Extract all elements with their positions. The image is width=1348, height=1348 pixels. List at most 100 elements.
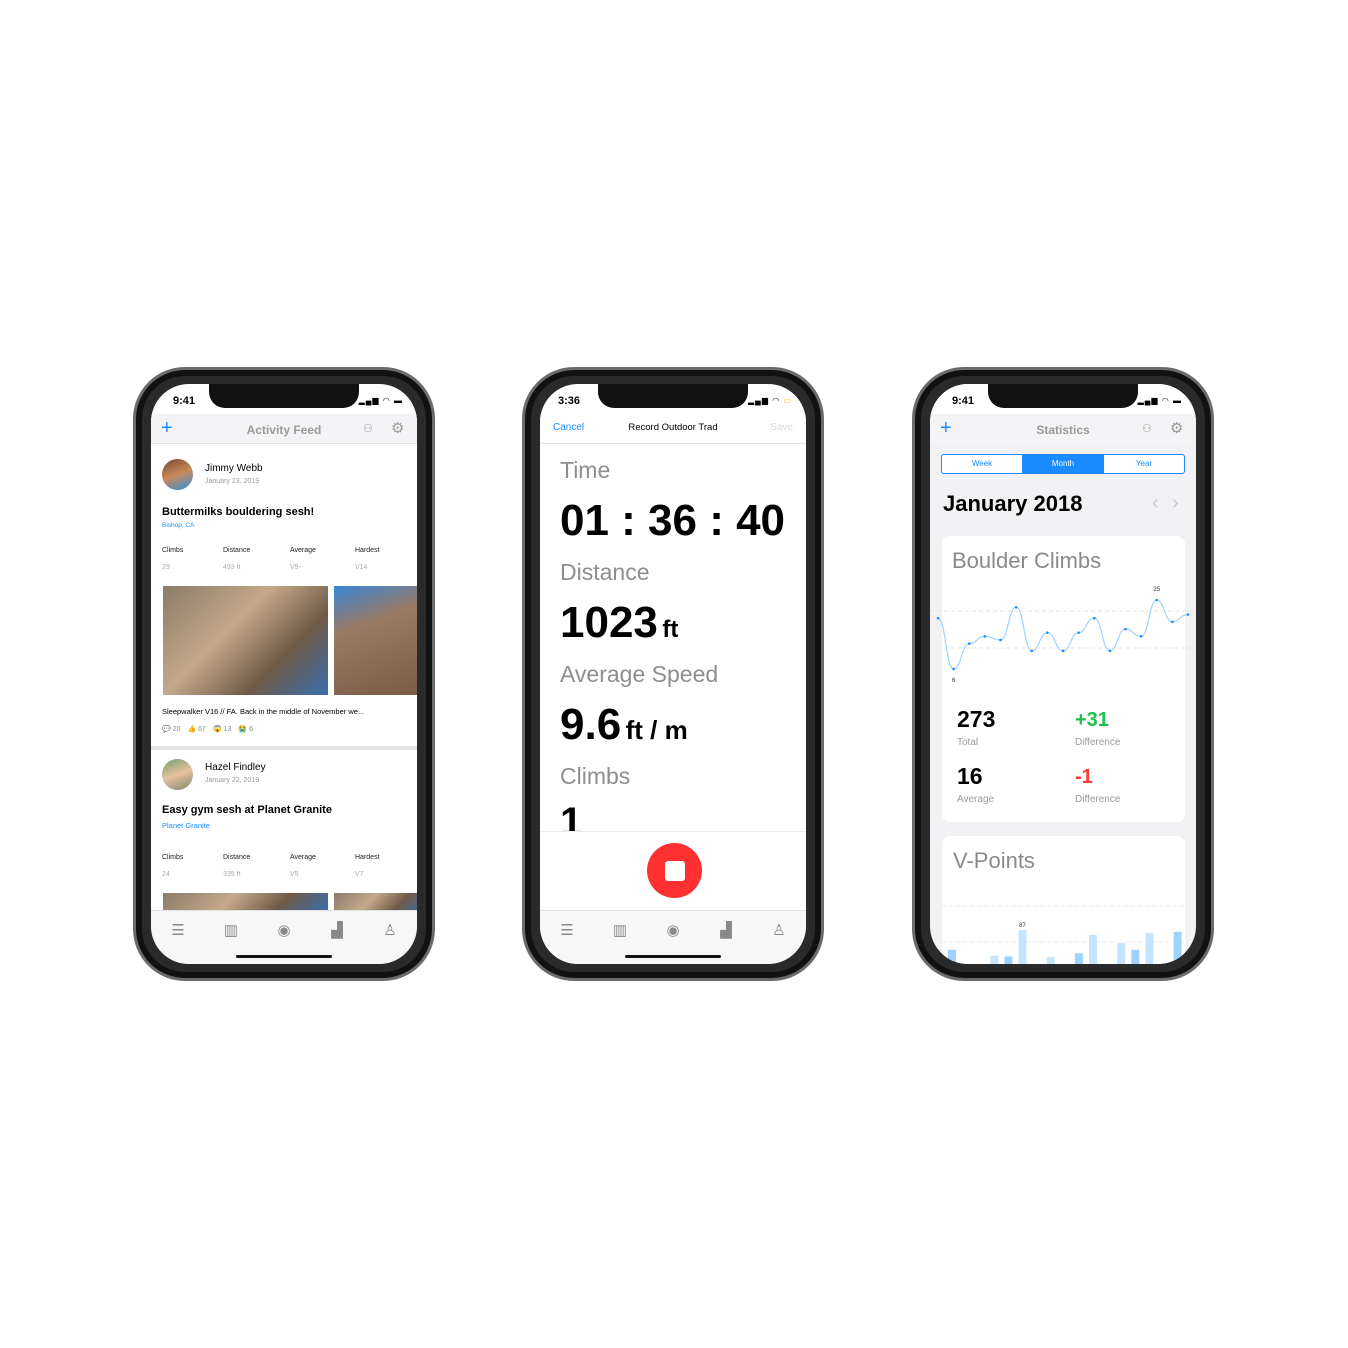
stat-label: Distance xyxy=(223,854,251,861)
stat-value: 24 xyxy=(162,871,170,878)
notch xyxy=(598,384,748,408)
post-date: January 23, 2019 xyxy=(205,478,260,485)
data-point xyxy=(1186,613,1190,616)
page-title: Statistics xyxy=(1036,423,1090,437)
avatar[interactable] xyxy=(162,459,193,490)
friends-icon[interactable]: ⚇ xyxy=(363,422,373,435)
nav-bar: + Statistics ⚇ ⚙ xyxy=(930,414,1196,444)
post-caption[interactable]: Sleepwalker V16 // FA. Back in the middl… xyxy=(162,707,364,716)
average-difference: -1 xyxy=(1075,766,1093,788)
post[interactable]: Jimmy Webb January 23, 2019 Buttermilks … xyxy=(151,445,417,745)
average-label: Average xyxy=(957,794,995,805)
data-point xyxy=(1061,649,1065,653)
stop-button[interactable] xyxy=(647,843,702,898)
segment-month[interactable]: Month xyxy=(1023,455,1103,473)
phone-statistics: 9:41 ▂▄▆ ◠ ▬ + Statistics ⚇ ⚙ Week Month… xyxy=(912,367,1214,981)
data-point xyxy=(1046,631,1049,634)
boulder-line-chart: 25 6 xyxy=(930,587,1196,684)
notch xyxy=(988,384,1138,408)
time-value: 01 : 36 : 40 xyxy=(560,496,786,545)
stop-icon xyxy=(664,860,685,881)
user-name[interactable]: Hazel Findley xyxy=(205,762,266,773)
comment-icon[interactable]: 💬 20 xyxy=(162,725,180,733)
distance-label: Distance xyxy=(560,559,650,585)
data-point xyxy=(967,642,971,645)
status-icons: ▂▄▆ ◠ ▬ xyxy=(1137,396,1182,405)
friends-icon[interactable]: ⚇ xyxy=(1142,422,1152,435)
tab-map-icon[interactable]: ▥ xyxy=(221,921,241,939)
avatar[interactable] xyxy=(162,759,193,790)
tab-bar: ☰ ▥ ◉ ▟ ♙ xyxy=(540,910,806,964)
stat-label: Distance xyxy=(223,547,251,554)
tab-profile-icon[interactable]: ♙ xyxy=(380,921,400,939)
scream-icon[interactable]: 😱 13 xyxy=(213,725,231,733)
tab-stats-icon[interactable]: ▟ xyxy=(327,921,347,939)
status-icons: ▂▄▆ ◠ ▬ xyxy=(358,396,403,405)
tab-profile-icon[interactable]: ♙ xyxy=(769,921,789,939)
bar xyxy=(1074,953,1083,964)
distance-unit: ft xyxy=(662,616,679,643)
bar xyxy=(1173,931,1182,964)
segmented-control: Week Month Year xyxy=(941,454,1185,474)
data-point xyxy=(1077,631,1080,634)
data-point xyxy=(1030,649,1034,653)
data-point xyxy=(1014,605,1018,609)
average-value: 16 xyxy=(957,763,983,789)
post-photo[interactable] xyxy=(163,586,328,695)
boulder-card: Boulder Climbs 25 6 273 Total +31 Differe… xyxy=(930,536,1196,822)
nav-bar: + Activity Feed ⚇ ⚙ xyxy=(151,414,417,444)
post-location[interactable]: Planet Granite xyxy=(162,821,210,830)
stat-label: Average xyxy=(290,854,316,861)
nav-bar: Cancel Record Outdoor Trad Save xyxy=(540,414,806,444)
difference-label: Difference xyxy=(1075,794,1121,805)
data-point xyxy=(1155,598,1159,602)
data-point xyxy=(952,667,955,671)
post-title[interactable]: Buttermilks bouldering sesh! xyxy=(162,506,314,518)
post-date: January 22, 2019 xyxy=(205,777,260,784)
segment-year[interactable]: Year xyxy=(1103,455,1184,473)
difference-label: Difference xyxy=(1075,737,1121,748)
tab-map-icon[interactable]: ▥ xyxy=(610,921,630,939)
thumbs-up-icon[interactable]: 👍 67 xyxy=(187,725,205,733)
screen: 9:41 ▂▄▆ ◠ ▬ + Activity Feed ⚇ ⚙ Jimmy W… xyxy=(151,384,417,964)
tab-record-icon[interactable]: ◉ xyxy=(274,921,294,939)
tab-stats-icon[interactable]: ▟ xyxy=(716,921,736,939)
post-photo[interactable] xyxy=(334,586,417,695)
gear-icon[interactable]: ⚙ xyxy=(1170,419,1183,437)
save-button[interactable]: Save xyxy=(770,422,793,433)
tab-record-icon[interactable]: ◉ xyxy=(663,921,683,939)
total-value: 273 xyxy=(957,706,996,732)
phone-activity-feed: 9:41 ▂▄▆ ◠ ▬ + Activity Feed ⚇ ⚙ Jimmy W… xyxy=(133,367,435,981)
tab-feed-icon[interactable]: ☰ xyxy=(168,921,188,939)
climbs-label: Climbs xyxy=(560,763,631,789)
gear-icon[interactable]: ⚙ xyxy=(391,419,404,437)
chevron-left-icon[interactable]: ‹ xyxy=(1152,492,1159,515)
speed-label: Average Speed xyxy=(560,661,719,687)
bar xyxy=(1004,956,1013,964)
data-point xyxy=(1108,649,1112,653)
tab-feed-icon[interactable]: ☰ xyxy=(557,921,577,939)
max-label: 25 xyxy=(1153,587,1160,593)
stat-value: 493 ft xyxy=(223,564,241,571)
stat-value: V14 xyxy=(355,564,368,571)
stat-value: V9- xyxy=(290,564,301,571)
stat-label: Hardest xyxy=(355,854,380,861)
cry-icon[interactable]: 😭 6 xyxy=(238,725,253,733)
user-name[interactable]: Jimmy Webb xyxy=(205,463,263,474)
stat-value: V5 xyxy=(290,871,299,878)
bar xyxy=(990,955,999,964)
min-label: 6 xyxy=(952,678,956,684)
data-point xyxy=(999,638,1002,642)
post-title[interactable]: Easy gym sesh at Planet Granite xyxy=(162,804,332,816)
chevron-right-icon[interactable]: › xyxy=(1172,492,1179,515)
data-point xyxy=(983,635,987,638)
post[interactable]: Hazel Findley January 22, 2019 Easy gym … xyxy=(151,750,417,913)
speed-unit: ft / m xyxy=(625,715,688,745)
status-time: 9:41 xyxy=(952,395,975,407)
bar xyxy=(948,949,956,964)
phone-record: 3:36 ▂▄▆ ◠ ▭ Cancel Record Outdoor Trad … xyxy=(522,367,824,981)
segment-week[interactable]: Week xyxy=(942,455,1023,473)
speed-value: 9.6 xyxy=(560,700,622,749)
post-location[interactable]: Bishop, CA xyxy=(162,522,195,529)
status-time: 3:36 xyxy=(558,395,581,407)
